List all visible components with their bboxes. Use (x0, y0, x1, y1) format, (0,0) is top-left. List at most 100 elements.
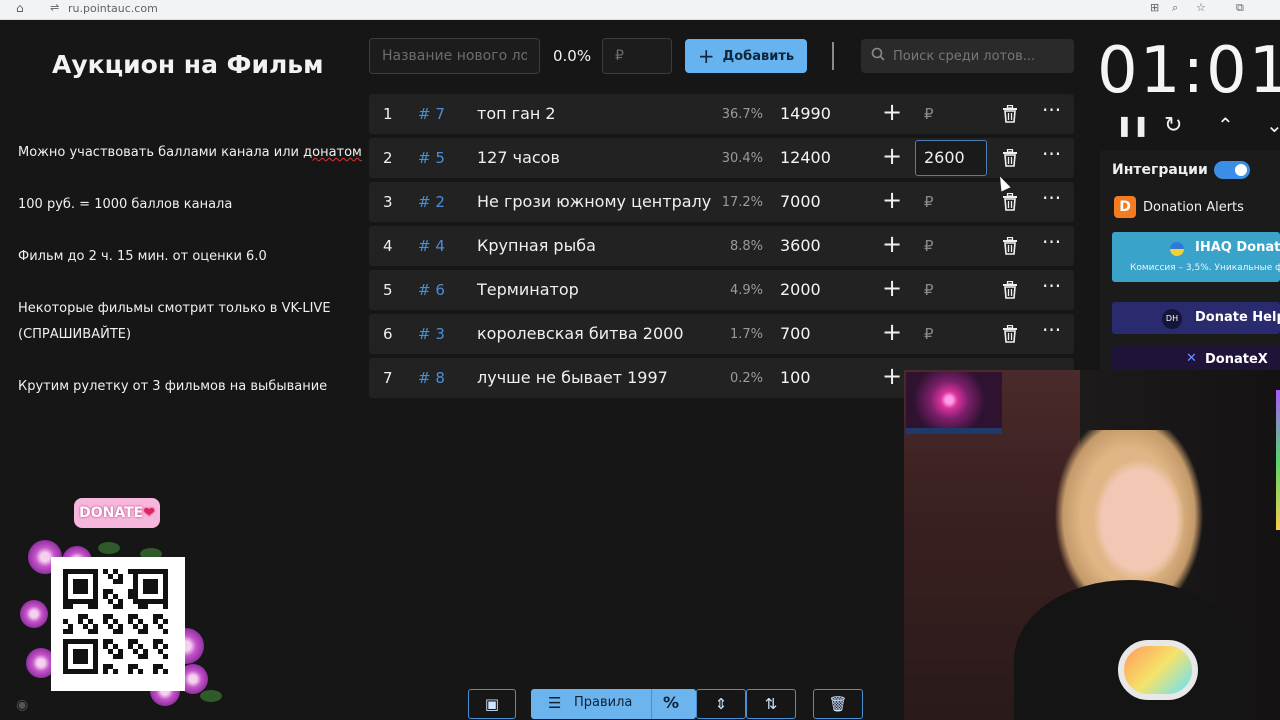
trash-icon[interactable] (1002, 236, 1018, 255)
compress-icon: ⇕ (714, 695, 728, 713)
pause-icon[interactable]: ❚❚ (1116, 113, 1150, 137)
clear-all-button[interactable]: 🗑 (813, 689, 863, 719)
auction-timer: 01:01: (1097, 34, 1280, 108)
trash-icon[interactable] (1002, 104, 1018, 123)
ukraine-flag-icon (1170, 242, 1184, 256)
lot-amount[interactable]: 100 (780, 368, 811, 387)
rules-list-icon: ☰ (548, 694, 562, 712)
more-options-icon[interactable]: ··· (1042, 98, 1061, 122)
page-title: Аукцион на Фильм (52, 50, 324, 79)
add-amount-icon[interactable]: + (882, 364, 902, 388)
lot-id[interactable]: # 7 (418, 105, 445, 123)
lot-row[interactable]: 1 # 7 топ ган 2 36.7% 14990 + ₽ ··· (369, 94, 1074, 134)
lot-search[interactable] (861, 39, 1074, 73)
donate-helper-card[interactable]: DH Donate Helper (1112, 302, 1280, 334)
add-amount-input[interactable]: 2600 (915, 140, 987, 176)
add-lot-button[interactable]: + Добавить (685, 39, 807, 73)
lot-position: 6 (383, 325, 393, 343)
lot-id[interactable]: # 8 (418, 369, 445, 387)
compact-view-button[interactable]: ⇕ (696, 689, 746, 719)
save-button[interactable]: ▣ (468, 689, 516, 719)
chevron-up-icon[interactable]: ⌃ (1217, 113, 1234, 137)
translate-icon[interactable]: ⊞ (1150, 1, 1159, 14)
add-amount-icon[interactable]: + (882, 320, 902, 344)
lot-name[interactable]: Крупная рыба (477, 236, 596, 255)
info-line-rate: 100 руб. = 1000 баллов канала (18, 197, 233, 212)
trash-icon[interactable] (1002, 324, 1018, 343)
lot-name[interactable]: Терминатор (477, 280, 579, 299)
url-text[interactable]: ru.pointauc.com (68, 2, 158, 15)
percent-toggle[interactable]: % (663, 693, 679, 712)
more-options-icon[interactable]: ··· (1042, 230, 1061, 254)
integrations-toggle[interactable] (1214, 161, 1250, 179)
ruble-input-placeholder[interactable]: ₽ (924, 193, 934, 211)
lot-name[interactable]: 127 часов (477, 148, 560, 167)
lot-row[interactable]: 2 # 5 127 часов 30.4% 12400 +2600 ··· (369, 138, 1074, 178)
extensions-icon[interactable]: ⧉ (1236, 1, 1244, 15)
more-options-icon[interactable]: ··· (1042, 186, 1061, 210)
lot-amount[interactable]: 12400 (780, 148, 831, 167)
eye-icon[interactable]: ◉ (16, 697, 28, 713)
ruble-input-placeholder[interactable]: ₽ (924, 105, 934, 123)
sort-button[interactable]: ⇅ (746, 689, 796, 719)
donate-qr-code (51, 557, 185, 691)
ruble-input-placeholder[interactable]: ₽ (924, 281, 934, 299)
donatex-card[interactable]: ✕ DonateX (1112, 346, 1280, 372)
lot-percent: 4.9% (729, 283, 763, 298)
more-options-icon[interactable]: ··· (1042, 318, 1061, 342)
add-amount-icon[interactable]: + (882, 276, 902, 300)
ruble-input-placeholder[interactable]: ₽ (924, 325, 934, 343)
lot-amount[interactable]: 14990 (780, 104, 831, 123)
lot-position: 3 (383, 193, 393, 211)
site-settings-icon[interactable]: ⇌ (50, 1, 59, 14)
lot-amount[interactable]: 7000 (780, 192, 821, 211)
lot-amount[interactable]: 700 (780, 324, 811, 343)
restart-icon[interactable]: ↻ (1164, 113, 1182, 138)
lot-id[interactable]: # 6 (418, 281, 445, 299)
add-amount-icon[interactable]: + (882, 100, 902, 124)
new-lot-name-input[interactable] (369, 38, 540, 74)
rules-label: Правила (574, 695, 633, 710)
toolbar-divider (832, 42, 834, 70)
bookmark-star-icon[interactable]: ☆ (1196, 1, 1206, 14)
rules-button[interactable]: ☰ Правила % (531, 689, 696, 719)
home-icon[interactable]: ⌂ (16, 1, 24, 15)
new-lot-percent: 0.0% (553, 47, 592, 65)
add-amount-icon[interactable]: + (882, 232, 902, 256)
ruble-input-placeholder[interactable]: ₽ (924, 237, 934, 255)
add-amount-icon[interactable]: + (882, 144, 902, 168)
search-input[interactable] (893, 39, 1071, 73)
lot-amount[interactable]: 2000 (780, 280, 821, 299)
trash-icon[interactable] (1002, 192, 1018, 211)
new-lot-amount-input[interactable] (602, 38, 672, 74)
lot-name[interactable]: лучше не бывает 1997 (477, 368, 668, 387)
lot-id[interactable]: # 5 (418, 149, 445, 167)
plus-icon: + (697, 44, 715, 68)
info-underlined-word: донатом (303, 145, 362, 160)
more-options-icon[interactable]: ··· (1042, 274, 1061, 298)
lot-percent: 30.4% (721, 151, 763, 166)
lot-id[interactable]: # 4 (418, 237, 445, 255)
more-options-icon[interactable]: ··· (1042, 142, 1061, 166)
trash-icon[interactable] (1002, 280, 1018, 299)
lot-row[interactable]: 4 # 4 Крупная рыба 8.8% 3600 + ₽ ··· (369, 226, 1074, 266)
lot-id[interactable]: # 2 (418, 193, 445, 211)
zoom-icon[interactable]: ⌕ (1172, 1, 1178, 15)
lot-row[interactable]: 3 # 2 Не грози южному централу 17.2% 7000 + ₽ ·… (369, 182, 1074, 222)
chevron-down-icon[interactable]: ⌄ (1266, 113, 1280, 137)
trash-icon[interactable] (1002, 148, 1018, 167)
lot-id[interactable]: # 3 (418, 325, 445, 343)
donatex-title: DonateX (1205, 352, 1268, 367)
ihaq-donate-card[interactable]: IHAQ Donate Комиссия – 3,5%. Уникальные … (1112, 232, 1280, 282)
lot-name[interactable]: королевская битва 2000 (477, 324, 684, 343)
donate-helper-title: Donate Helper (1195, 310, 1280, 325)
lot-row[interactable]: 6 # 3 королевская битва 2000 1.7% 700 + ₽ ··· (369, 314, 1074, 354)
lot-name[interactable]: Не грози южному централу (477, 192, 711, 211)
webcam-overlay (904, 370, 1280, 720)
lot-position: 4 (383, 237, 393, 255)
lot-row[interactable]: 5 # 6 Терминатор 4.9% 2000 + ₽ ··· (369, 270, 1074, 310)
lot-name[interactable]: топ ган 2 (477, 104, 556, 123)
add-lot-label: Добавить (722, 48, 795, 64)
add-amount-icon[interactable]: + (882, 188, 902, 212)
lot-amount[interactable]: 3600 (780, 236, 821, 255)
